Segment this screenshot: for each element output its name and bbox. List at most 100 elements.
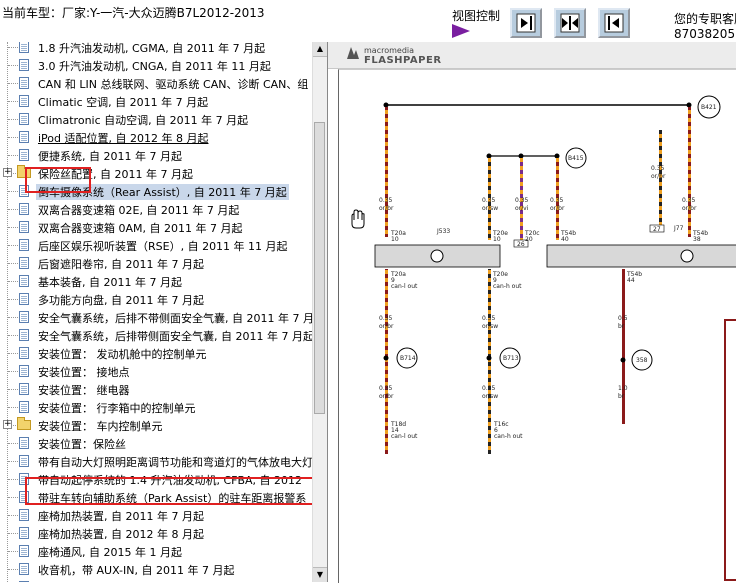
tree-item[interactable]: 安装位置： 行李箱中的控制单元: [0, 398, 312, 416]
junction-dot: [686, 102, 692, 108]
junction-dot: [486, 355, 492, 361]
view-split-button[interactable]: [554, 8, 586, 38]
tree-connector: [8, 299, 18, 300]
document-icon: [19, 527, 29, 539]
expand-icon[interactable]: +: [3, 168, 12, 177]
expand-icon[interactable]: +: [3, 420, 12, 429]
wire-size-label: 1.0: [618, 385, 628, 392]
tree-item[interactable]: 收音机，带 AUX-IN, 自 2011 年 7 月起: [0, 560, 312, 578]
scroll-up-icon[interactable]: ▲: [313, 42, 327, 57]
tree-connector: [8, 389, 18, 390]
document-icon: [19, 383, 29, 395]
tree-connector: [8, 47, 18, 48]
junction-dot: [486, 153, 492, 159]
pin-number: 20: [525, 236, 533, 243]
document-icon: [19, 221, 29, 233]
wire-size-label: 0.35: [379, 197, 393, 204]
wire-size-label: 0.35: [379, 385, 393, 392]
document-icon: [19, 257, 29, 269]
tree-item-label: iPod 适配位置, 自 2012 年 8 月起: [38, 132, 209, 145]
view-left-panel-button[interactable]: [510, 8, 542, 38]
junction-dot: [383, 102, 389, 108]
ecu-label: J77: [673, 225, 684, 232]
scroll-down-icon[interactable]: ▼: [313, 567, 327, 582]
highlight-box: [25, 167, 91, 193]
tree-item-label: 座椅通风, 自 2015 年 1 月起: [38, 546, 182, 559]
tree-connector: [8, 497, 18, 498]
tree-item[interactable]: 安装位置： 继电器: [0, 380, 312, 398]
tree-scrollbar[interactable]: ▲ ▼: [312, 42, 327, 582]
tree-item[interactable]: 安全气囊系统，后排带侧面安全气囊, 自 2011 年 7 月起: [0, 326, 312, 344]
tree-item[interactable]: 收音机-导航系统 RNS 315, 自 2012 年 1 月起: [0, 578, 312, 582]
tree-item[interactable]: 3.0 升汽油发动机, CNGA, 自 2011 年 11 月起: [0, 56, 312, 74]
junction-dot: [518, 153, 524, 159]
wiring-diagram[interactable]: B421 B415 0.35 or/br 0.35 or/sw 0.35 or/…: [338, 69, 736, 583]
pin-number: 38: [693, 236, 701, 243]
view-right-panel-button[interactable]: [598, 8, 630, 38]
ecu-label: J533: [436, 228, 450, 235]
tree-item-label: 安全气囊系统，后排不带侧面安全气囊, 自 2011 年 7 月起: [38, 312, 312, 325]
tree-item-label: Climatronic 自动空调, 自 2011 年 7 月起: [38, 114, 249, 127]
highlight-box: [25, 477, 323, 505]
scroll-thumb[interactable]: [314, 122, 325, 414]
document-icon: [19, 95, 29, 107]
tree-item[interactable]: 双离合器变速箱 02E, 自 2011 年 7 月起: [0, 200, 312, 218]
pin-number: 40: [561, 236, 569, 243]
tree-item[interactable]: 带有自动大灯照明距离调节功能和弯道灯的气体放电大灯: [0, 452, 312, 470]
document-icon: [19, 203, 29, 215]
junction-dot: [620, 357, 626, 363]
pin-number: 10: [493, 236, 501, 243]
document-icon: [19, 509, 29, 521]
wire-size-label: 0.35: [482, 385, 496, 392]
tree-item[interactable]: 双离合器变速箱 0AM, 自 2011 年 7 月起: [0, 218, 312, 236]
tree-item[interactable]: 后窗遮阳卷帘, 自 2011 年 7 月起: [0, 254, 312, 272]
pin-number: 44: [627, 277, 635, 284]
tree-item-label: 收音机，带 AUX-IN, 自 2011 年 7 月起: [38, 564, 235, 577]
junction-dot: [554, 153, 560, 159]
wire-size-label: 0.35: [682, 197, 696, 204]
tree-item[interactable]: iPod 适配位置, 自 2012 年 8 月起: [0, 128, 312, 146]
tree-item[interactable]: 座椅通风, 自 2015 年 1 月起: [0, 542, 312, 560]
document-icon: [19, 545, 29, 557]
wire-color-label: or/sw: [482, 393, 498, 400]
wire-size-label: 0.35: [515, 197, 529, 204]
tree-item[interactable]: CAN 和 LIN 总线联网、驱动系统 CAN、诊断 CAN、组: [0, 74, 312, 92]
wire-color-label: or/sw: [482, 205, 498, 212]
tree-item[interactable]: 多功能方向盘, 自 2011 年 7 月起: [0, 290, 312, 308]
tree-item[interactable]: 基本装备, 自 2011 年 7 月起: [0, 272, 312, 290]
document-icon: [19, 77, 29, 89]
tree-item[interactable]: 安装位置：保险丝: [0, 434, 312, 452]
document-icon: [19, 131, 29, 143]
tree-connector: [8, 281, 18, 282]
tree-item[interactable]: 1.8 升汽油发动机, CGMA, 自 2011 年 7 月起: [0, 42, 312, 56]
header-bar: 当前车型：厂家:Y-一汽-大众迈腾B7L2012-2013 视图控制 您的专职客…: [0, 0, 736, 42]
tree-item[interactable]: Climatronic 自动空调, 自 2011 年 7 月起: [0, 110, 312, 128]
terminal-box-label: 26: [517, 241, 525, 248]
tree-item[interactable]: Climatic 空调, 自 2011 年 7 月起: [0, 92, 312, 110]
document-icon: [19, 149, 29, 161]
split-arrows-icon: [560, 13, 580, 33]
tree-item[interactable]: 安装位置： 发动机舱中的控制单元: [0, 344, 312, 362]
tree-connector: [8, 209, 18, 210]
tree-connector: [8, 101, 18, 102]
wire: [622, 269, 625, 424]
tree-item[interactable]: + 安装位置： 车内控制单元: [0, 416, 312, 434]
connector-358-label: 358: [636, 357, 648, 364]
tree-item[interactable]: 座椅加热装置, 自 2012 年 8 月起: [0, 524, 312, 542]
tree-item-label: 后座区娱乐视听装置（RSE）, 自 2011 年 11 月起: [38, 240, 288, 253]
wire-color-label: or/vi: [515, 205, 529, 212]
car-model-title: 当前车型：厂家:Y-一汽-大众迈腾B7L2012-2013: [2, 6, 265, 20]
tree-item[interactable]: 安装位置： 接地点: [0, 362, 312, 380]
document-icon: [19, 563, 29, 575]
wire-color-label: or/br: [379, 393, 394, 400]
document-viewer: macromedia FLASHPAPER B421 B415 0.35 or/…: [327, 42, 736, 583]
wire: [488, 269, 491, 454]
tree-item[interactable]: 座椅加热装置, 自 2011 年 7 月起: [0, 506, 312, 524]
b415-label: B415: [568, 155, 584, 162]
tree-item-label: Climatic 空调, 自 2011 年 7 月起: [38, 96, 209, 109]
tree-item[interactable]: 便捷系统, 自 2011 年 7 月起: [0, 146, 312, 164]
tree-connector: [8, 461, 18, 462]
tree-item[interactable]: 安全气囊系统，后排不带侧面安全气囊, 自 2011 年 7 月起: [0, 308, 312, 326]
tree-item[interactable]: 后座区娱乐视听装置（RSE）, 自 2011 年 11 月起: [0, 236, 312, 254]
tree-connector: [8, 407, 18, 408]
